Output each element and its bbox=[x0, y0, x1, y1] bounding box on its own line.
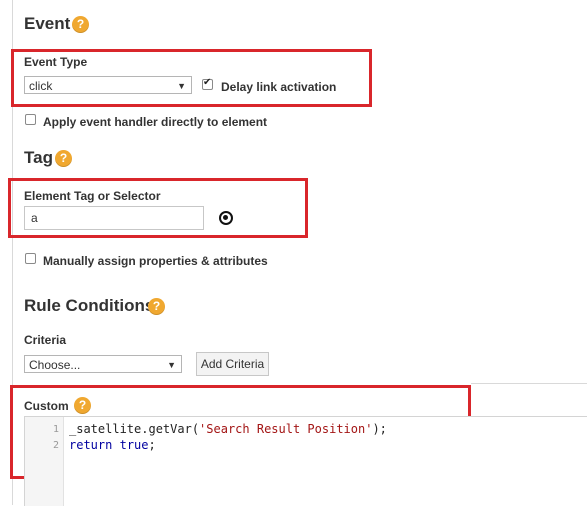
code-string: 'Search Result Position' bbox=[199, 422, 373, 436]
event-type-value: click bbox=[29, 79, 53, 93]
criteria-label: Criteria bbox=[24, 333, 67, 347]
delay-link-checkbox[interactable] bbox=[202, 77, 213, 90]
criteria-value: Choose... bbox=[29, 358, 81, 372]
apply-handler-label: Apply event handler directly to element bbox=[43, 115, 268, 129]
manual-properties-label: Manually assign properties & attributes bbox=[43, 254, 268, 268]
line-number: 1 bbox=[52, 424, 59, 435]
rule-conditions-title: Rule Conditions bbox=[24, 296, 155, 315]
code-line: return true; bbox=[69, 438, 156, 452]
code-editor[interactable]: 1 2 _satellite.getVar('Search Result Pos… bbox=[24, 416, 587, 506]
delay-link-label: Delay link activation bbox=[221, 80, 337, 94]
chevron-down-icon: ▼ bbox=[167, 360, 176, 370]
custom-help-icon[interactable]: ? bbox=[74, 397, 91, 414]
panel-divider bbox=[471, 383, 587, 384]
event-type-select[interactable]: click ▼ bbox=[24, 76, 192, 94]
code-text: _satellite.getVar( bbox=[69, 422, 200, 436]
code-line: _satellite.getVar('Search Result Positio… bbox=[69, 422, 387, 436]
add-criteria-button[interactable]: Add Criteria bbox=[196, 352, 269, 376]
chevron-down-icon: ▼ bbox=[177, 81, 186, 91]
event-type-label: Event Type bbox=[24, 55, 88, 69]
manual-properties-checkbox[interactable] bbox=[25, 253, 36, 264]
criteria-select[interactable]: Choose... ▼ bbox=[24, 355, 182, 373]
tag-section-title: Tag bbox=[24, 148, 53, 167]
line-number: 2 bbox=[52, 440, 59, 451]
code-boolean: true bbox=[119, 438, 149, 452]
selector-input[interactable]: a bbox=[24, 206, 204, 230]
code-text: ); bbox=[372, 422, 387, 436]
code-text: ; bbox=[148, 438, 156, 452]
target-picker-icon[interactable] bbox=[219, 211, 233, 225]
custom-label: Custom bbox=[24, 399, 69, 413]
apply-handler-checkbox[interactable] bbox=[25, 114, 36, 125]
code-keyword: return bbox=[69, 438, 113, 452]
editor-gutter: 1 2 bbox=[25, 417, 64, 506]
tag-help-icon[interactable]: ? bbox=[55, 150, 72, 167]
selector-label: Element Tag or Selector bbox=[24, 189, 161, 203]
event-help-icon[interactable]: ? bbox=[72, 16, 89, 33]
rule-conditions-help-icon[interactable]: ? bbox=[148, 298, 165, 315]
event-section-title: Event bbox=[24, 14, 71, 33]
